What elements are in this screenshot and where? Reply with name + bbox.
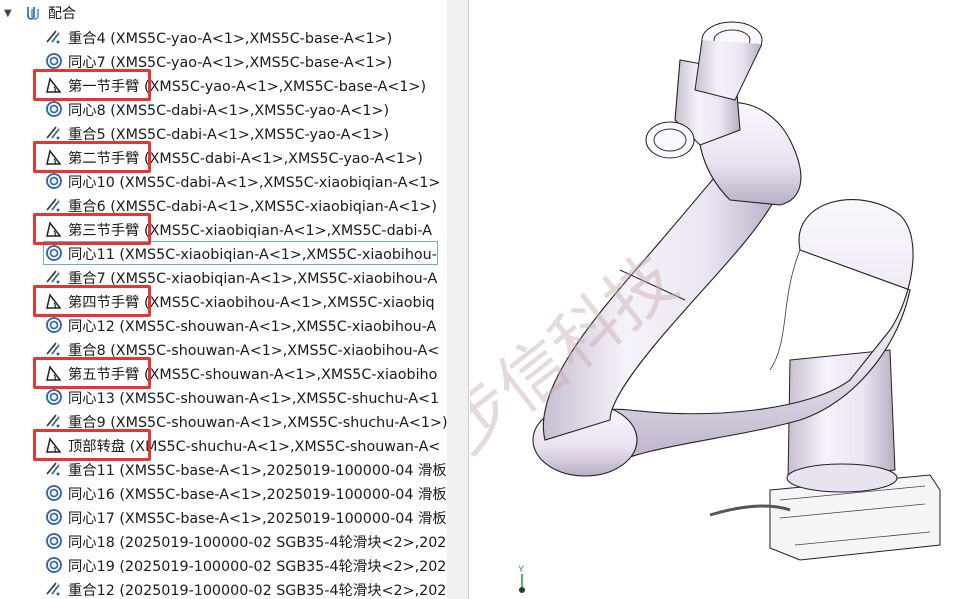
angle-mate-icon bbox=[46, 77, 62, 93]
mate-label: 同心16 (XMS5C-base-A<1>,2025019-100000-04 … bbox=[68, 486, 447, 503]
concentric-mate-icon bbox=[46, 557, 62, 573]
mate-label: 重合9 (XMS5C-shouwan-A<1>,XMS5C-shuchu-A<1… bbox=[68, 414, 447, 431]
mate-label: 第一节手臂 (XMS5C-yao-A<1>,XMS5C-base-A<1>) bbox=[68, 78, 427, 95]
mate-label: 同心11 (XMS5C-xiaobiqian-A<1>,XMS5C-xiaobi… bbox=[68, 246, 437, 263]
concentric-mate-row[interactable]: 同心10 (XMS5C-dabi-A<1>,XMS5C-xiaobiqian-A… bbox=[44, 170, 440, 192]
mate-label: 重合8 (XMS5C-shouwan-A<1>,XMS5C-xiaobihou-… bbox=[68, 342, 440, 359]
panel-splitter[interactable] bbox=[447, 0, 469, 599]
angle-mate-icon bbox=[46, 293, 62, 309]
concentric-mate-icon bbox=[46, 53, 62, 69]
mate-label: 重合5 (XMS5C-dabi-A<1>,XMS5C-yao-A<1>) bbox=[68, 126, 390, 143]
coincident-mate-icon bbox=[46, 414, 60, 428]
mate-label: 第五节手臂 (XMS5C-shouwan-A<1>,XMS5C-xiaobiho bbox=[68, 366, 438, 383]
mates-folder[interactable]: ▼ 配合 bbox=[0, 2, 76, 24]
concentric-mate-row[interactable]: 同心17 (XMS5C-base-A<1>,2025019-100000-04 … bbox=[44, 506, 447, 528]
angle-mate-row[interactable]: 第四节手臂 (XMS5C-xiaobihou-A<1>,XMS5C-xiaobi… bbox=[44, 290, 435, 312]
mate-label: 同心13 (XMS5C-shouwan-A<1>,XMS5C-shuchu-A<… bbox=[68, 390, 440, 407]
concentric-mate-icon bbox=[46, 317, 62, 333]
feature-tree: ▼ 配合 重合4 (XMS5C-yao-A<1>,XMS5C-base-A<1>… bbox=[0, 0, 447, 599]
angle-mate-row[interactable]: 第五节手臂 (XMS5C-shouwan-A<1>,XMS5C-xiaobiho bbox=[44, 362, 437, 384]
coincident-mate-row[interactable]: 重合4 (XMS5C-yao-A<1>,XMS5C-base-A<1>) bbox=[44, 26, 392, 48]
concentric-mate-row[interactable]: 同心13 (XMS5C-shouwan-A<1>,XMS5C-shuchu-A<… bbox=[44, 386, 439, 408]
coincident-mate-row[interactable]: 重合12 (2025019-100000-02 SGB35-4轮滑块<2>,20… bbox=[44, 578, 446, 599]
angle-mate-icon bbox=[46, 365, 62, 381]
angle-mate-row[interactable]: 第一节手臂 (XMS5C-yao-A<1>,XMS5C-base-A<1>) bbox=[44, 74, 426, 96]
coincident-mate-row[interactable]: 重合5 (XMS5C-dabi-A<1>,XMS5C-yao-A<1>) bbox=[44, 122, 389, 144]
concentric-mate-row[interactable]: 同心19 (2025019-100000-02 SGB35-4轮滑块<2>,20… bbox=[44, 554, 446, 576]
angle-mate-row[interactable]: 第三节手臂 (XMS5C-xiaobiqian-A<1>,XMS5C-dabi-… bbox=[44, 218, 432, 240]
angle-mate-icon bbox=[46, 221, 62, 237]
mate-label: 第三节手臂 (XMS5C-xiaobiqian-A<1>,XMS5C-dabi-… bbox=[68, 222, 433, 239]
concentric-mate-row[interactable]: 同心16 (XMS5C-base-A<1>,2025019-100000-04 … bbox=[44, 482, 447, 504]
mate-label: 重合12 (2025019-100000-02 SGB35-4轮滑块<2>,20… bbox=[68, 582, 447, 599]
mate-label: 第二节手臂 (XMS5C-dabi-A<1>,XMS5C-yao-A<1>) bbox=[68, 150, 423, 167]
coincident-mate-icon bbox=[46, 342, 60, 356]
angle-mate-icon bbox=[46, 437, 62, 453]
coincident-mate-row[interactable]: 重合6 (XMS5C-dabi-A<1>,XMS5C-xiaobiqian-A<… bbox=[44, 194, 437, 216]
mates-folder-icon bbox=[27, 7, 39, 20]
concentric-mate-row[interactable]: 同心8 (XMS5C-dabi-A<1>,XMS5C-yao-A<1>) bbox=[44, 98, 389, 120]
mate-label: 重合11 (XMS5C-base-A<1>,2025019-100000-04 … bbox=[68, 462, 447, 479]
concentric-mate-icon bbox=[46, 245, 62, 261]
mate-label: 同心8 (XMS5C-dabi-A<1>,XMS5C-yao-A<1>) bbox=[68, 102, 390, 119]
coincident-mate-icon bbox=[46, 198, 60, 212]
coincident-mate-row[interactable]: 重合9 (XMS5C-shouwan-A<1>,XMS5C-shuchu-A<1… bbox=[44, 410, 447, 432]
coincident-mate-icon bbox=[46, 270, 60, 284]
concentric-mate-icon bbox=[46, 173, 62, 189]
mate-label: 同心19 (2025019-100000-02 SGB35-4轮滑块<2>,20… bbox=[68, 558, 447, 575]
coincident-mate-row[interactable]: 重合8 (XMS5C-shouwan-A<1>,XMS5C-xiaobihou-… bbox=[44, 338, 439, 360]
mate-label: 重合7 (XMS5C-xiaobiqian-A<1>,XMS5C-xiaobih… bbox=[68, 270, 438, 287]
concentric-mate-row[interactable]: 同心12 (XMS5C-shouwan-A<1>,XMS5C-xiaobihou… bbox=[44, 314, 436, 336]
coincident-mate-icon bbox=[46, 30, 60, 44]
mate-label: 同心18 (2025019-100000-02 SGB35-4轮滑块<2>,20… bbox=[68, 534, 447, 551]
mates-folder-label: 配合 bbox=[48, 6, 76, 22]
concentric-mate-icon bbox=[46, 389, 62, 405]
graphics-viewport[interactable]: Y 步信科技 bbox=[470, 0, 980, 599]
coincident-mate-row[interactable]: 重合7 (XMS5C-xiaobiqian-A<1>,XMS5C-xiaobih… bbox=[44, 266, 437, 288]
concentric-mate-icon bbox=[46, 485, 62, 501]
mate-label: 同心17 (XMS5C-base-A<1>,2025019-100000-04 … bbox=[68, 510, 447, 527]
collapse-arrow-icon[interactable]: ▼ bbox=[4, 8, 18, 19]
concentric-mate-row[interactable]: 同心11 (XMS5C-xiaobiqian-A<1>,XMS5C-xiaobi… bbox=[43, 241, 438, 265]
coincident-mate-row[interactable]: 重合11 (XMS5C-base-A<1>,2025019-100000-04 … bbox=[44, 458, 447, 480]
concentric-mate-row[interactable]: 同心18 (2025019-100000-02 SGB35-4轮滑块<2>,20… bbox=[44, 530, 446, 552]
angle-mate-row[interactable]: 顶部转盘 (XMS5C-shuchu-A<1>,XMS5C-shouwan-A< bbox=[44, 434, 440, 456]
coincident-mate-icon bbox=[46, 462, 60, 476]
mate-label: 同心10 (XMS5C-dabi-A<1>,XMS5C-xiaobiqian-A… bbox=[68, 174, 441, 191]
mate-label: 重合4 (XMS5C-yao-A<1>,XMS5C-base-A<1>) bbox=[68, 30, 393, 47]
mate-label: 重合6 (XMS5C-dabi-A<1>,XMS5C-xiaobiqian-A<… bbox=[68, 198, 437, 215]
concentric-mate-icon bbox=[46, 101, 62, 117]
mate-label: 顶部转盘 (XMS5C-shuchu-A<1>,XMS5C-shouwan-A< bbox=[68, 438, 441, 455]
triad-y-label: Y bbox=[518, 564, 524, 574]
view-triad-icon: Y bbox=[518, 564, 525, 593]
mate-label: 第四节手臂 (XMS5C-xiaobihou-A<1>,XMS5C-xiaobi… bbox=[68, 294, 435, 311]
concentric-mate-icon bbox=[46, 533, 62, 549]
angle-mate-row[interactable]: 第二节手臂 (XMS5C-dabi-A<1>,XMS5C-yao-A<1>) bbox=[44, 146, 423, 168]
concentric-mate-row[interactable]: 同心7 (XMS5C-yao-A<1>,XMS5C-base-A<1>) bbox=[44, 50, 392, 72]
angle-mate-icon bbox=[46, 149, 62, 165]
concentric-mate-icon bbox=[46, 509, 62, 525]
coincident-mate-icon bbox=[46, 126, 60, 140]
coincident-mate-icon bbox=[46, 582, 60, 596]
mate-label: 同心12 (XMS5C-shouwan-A<1>,XMS5C-xiaobihou… bbox=[68, 318, 437, 335]
mate-label: 同心7 (XMS5C-yao-A<1>,XMS5C-base-A<1>) bbox=[68, 54, 393, 71]
